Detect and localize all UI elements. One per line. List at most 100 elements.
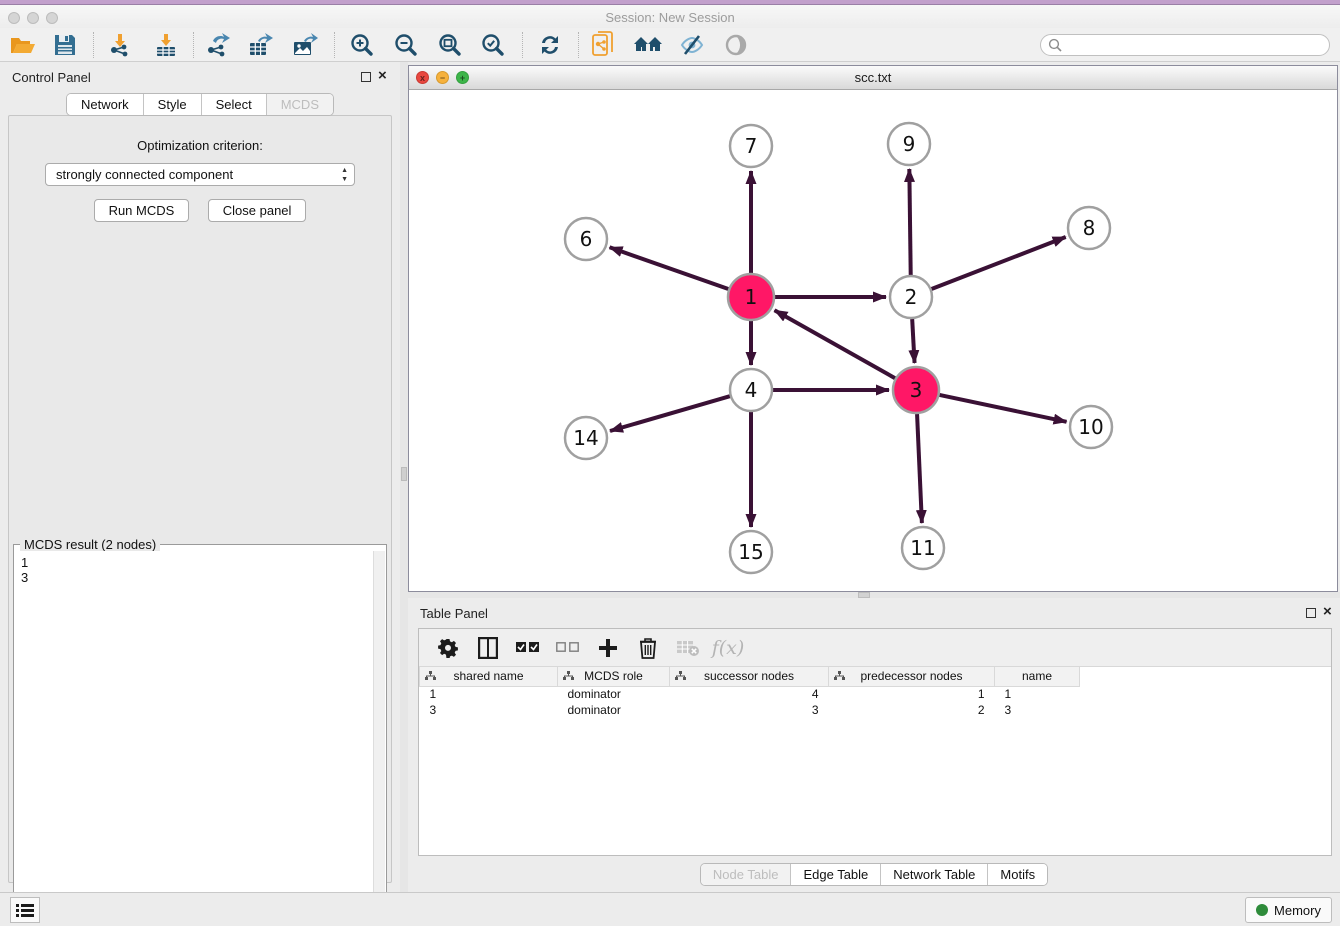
export-image-icon bbox=[292, 33, 318, 57]
delete-column-button[interactable] bbox=[635, 635, 661, 661]
run-mcds-button[interactable]: Run MCDS bbox=[94, 199, 190, 222]
cell-mcds-role[interactable]: dominator bbox=[558, 702, 670, 718]
zoom-in-button[interactable] bbox=[343, 31, 381, 59]
tab-style[interactable]: Style bbox=[144, 94, 202, 115]
table-panel-title: Table Panel bbox=[420, 606, 488, 621]
graph-node-3[interactable]: 3 bbox=[893, 367, 939, 413]
cell-mcds-role[interactable]: dominator bbox=[558, 686, 670, 702]
graph-node-8[interactable]: 8 bbox=[1068, 207, 1110, 249]
network-window-titlebar[interactable]: x − + scc.txt bbox=[409, 66, 1337, 90]
zoom-in-icon bbox=[350, 33, 374, 57]
export-image-button[interactable] bbox=[286, 31, 324, 59]
mcds-result-text[interactable]: 1 3 bbox=[15, 551, 373, 926]
table-row[interactable]: 1 dominator 4 1 1 bbox=[420, 686, 1080, 702]
float-panel-icon[interactable] bbox=[361, 72, 371, 82]
edge-2-9[interactable] bbox=[909, 169, 910, 275]
tab-node-table[interactable]: Node Table bbox=[701, 864, 792, 885]
search-box[interactable] bbox=[1040, 34, 1330, 56]
cell-name[interactable]: 3 bbox=[995, 702, 1080, 718]
hide-selected-button[interactable] bbox=[673, 31, 711, 59]
tab-motifs[interactable]: Motifs bbox=[988, 864, 1047, 885]
table-panel-tabs: Node Table Edge Table Network Table Moti… bbox=[408, 863, 1340, 886]
column-header-name[interactable]: name bbox=[995, 667, 1080, 686]
graph-node-14[interactable]: 14 bbox=[565, 417, 607, 459]
graph-node-7[interactable]: 7 bbox=[730, 125, 772, 167]
edge-4-14[interactable] bbox=[610, 396, 730, 431]
tab-network-table[interactable]: Network Table bbox=[881, 864, 988, 885]
column-header-successor-nodes[interactable]: successor nodes bbox=[670, 667, 829, 686]
cell-predecessor-nodes[interactable]: 2 bbox=[829, 702, 995, 718]
tab-mcds[interactable]: MCDS bbox=[267, 94, 333, 115]
edge-1-6[interactable] bbox=[610, 247, 729, 289]
network-title: scc.txt bbox=[409, 70, 1337, 85]
control-panel-header: Control Panel × bbox=[0, 62, 400, 90]
mcds-scrollbar[interactable] bbox=[373, 551, 385, 926]
memory-status-icon bbox=[1256, 904, 1268, 916]
function-builder-button[interactable]: f(x) bbox=[715, 635, 741, 661]
svg-text:10: 10 bbox=[1078, 415, 1103, 439]
column-header-predecessor-nodes[interactable]: predecessor nodes bbox=[829, 667, 995, 686]
refresh-layout-button[interactable] bbox=[531, 31, 569, 59]
show-all-button[interactable] bbox=[717, 31, 755, 59]
zoom-selected-button[interactable] bbox=[474, 31, 512, 59]
edge-2-8[interactable] bbox=[932, 237, 1066, 289]
open-session-button[interactable] bbox=[4, 31, 42, 59]
select-all-columns-button[interactable] bbox=[515, 635, 541, 661]
zoom-fit-button[interactable] bbox=[431, 31, 469, 59]
column-header-shared-name[interactable]: shared name bbox=[420, 667, 558, 686]
clone-network-button[interactable] bbox=[585, 31, 623, 59]
task-history-button[interactable] bbox=[10, 897, 40, 923]
vertical-splitter[interactable] bbox=[400, 62, 408, 892]
float-panel-icon[interactable] bbox=[1306, 608, 1316, 618]
column-header-mcds-role[interactable]: MCDS role bbox=[558, 667, 670, 686]
refresh-icon bbox=[538, 33, 562, 57]
search-input[interactable] bbox=[1066, 38, 1329, 52]
tab-network[interactable]: Network bbox=[67, 94, 144, 115]
graph-node-1[interactable]: 1 bbox=[728, 274, 774, 320]
node-table[interactable]: shared name MCDS role successor nodes pr… bbox=[419, 667, 1080, 718]
tab-select[interactable]: Select bbox=[202, 94, 267, 115]
cell-shared-name[interactable]: 3 bbox=[420, 702, 558, 718]
graph-node-9[interactable]: 9 bbox=[888, 123, 930, 165]
edge-3-11[interactable] bbox=[917, 414, 922, 523]
tab-edge-table[interactable]: Edge Table bbox=[791, 864, 881, 885]
graph-node-11[interactable]: 11 bbox=[902, 527, 944, 569]
close-panel-icon[interactable]: × bbox=[378, 67, 387, 84]
delete-table-button[interactable] bbox=[675, 635, 701, 661]
graph-node-15[interactable]: 15 bbox=[730, 531, 772, 573]
cell-predecessor-nodes[interactable]: 1 bbox=[829, 686, 995, 702]
edges[interactable] bbox=[610, 169, 1067, 527]
graph-node-2[interactable]: 2 bbox=[890, 276, 932, 318]
houses-icon bbox=[633, 34, 663, 56]
memory-button[interactable]: Memory bbox=[1245, 897, 1332, 923]
first-neighbors-button[interactable] bbox=[629, 31, 667, 59]
table-header-row: shared name MCDS role successor nodes pr… bbox=[420, 667, 1080, 686]
add-column-button[interactable] bbox=[595, 635, 621, 661]
close-panel-icon[interactable]: × bbox=[1323, 603, 1332, 620]
cell-shared-name[interactable]: 1 bbox=[420, 686, 558, 702]
cell-name[interactable]: 1 bbox=[995, 686, 1080, 702]
table-settings-button[interactable] bbox=[435, 635, 461, 661]
cell-successor-nodes[interactable]: 4 bbox=[670, 686, 829, 702]
network-canvas[interactable]: 7 9 6 8 1 2 4 3 14 10 15 11 bbox=[409, 90, 1337, 591]
graph-node-10[interactable]: 10 bbox=[1070, 406, 1112, 448]
splitter-grip[interactable] bbox=[401, 467, 407, 481]
import-table-button[interactable] bbox=[147, 31, 185, 59]
import-network-button[interactable] bbox=[101, 31, 139, 59]
control-panel-tabs: Network Style Select MCDS bbox=[0, 93, 400, 115]
edge-3-10[interactable] bbox=[939, 395, 1066, 422]
export-table-button[interactable] bbox=[242, 31, 280, 59]
export-network-button[interactable] bbox=[199, 31, 237, 59]
close-panel-button[interactable]: Close panel bbox=[208, 199, 307, 222]
column-layout-button[interactable] bbox=[475, 635, 501, 661]
save-session-button[interactable] bbox=[46, 31, 84, 59]
edge-2-3[interactable] bbox=[912, 319, 914, 363]
cell-successor-nodes[interactable]: 3 bbox=[670, 702, 829, 718]
table-row[interactable]: 3 dominator 3 2 3 bbox=[420, 702, 1080, 718]
zoom-out-button[interactable] bbox=[387, 31, 425, 59]
graph-node-4[interactable]: 4 bbox=[730, 369, 772, 411]
edge-3-1[interactable] bbox=[775, 310, 896, 378]
deselect-all-columns-button[interactable] bbox=[555, 635, 581, 661]
criterion-dropdown[interactable]: strongly connected component ▲▼ bbox=[45, 163, 355, 186]
graph-node-6[interactable]: 6 bbox=[565, 218, 607, 260]
